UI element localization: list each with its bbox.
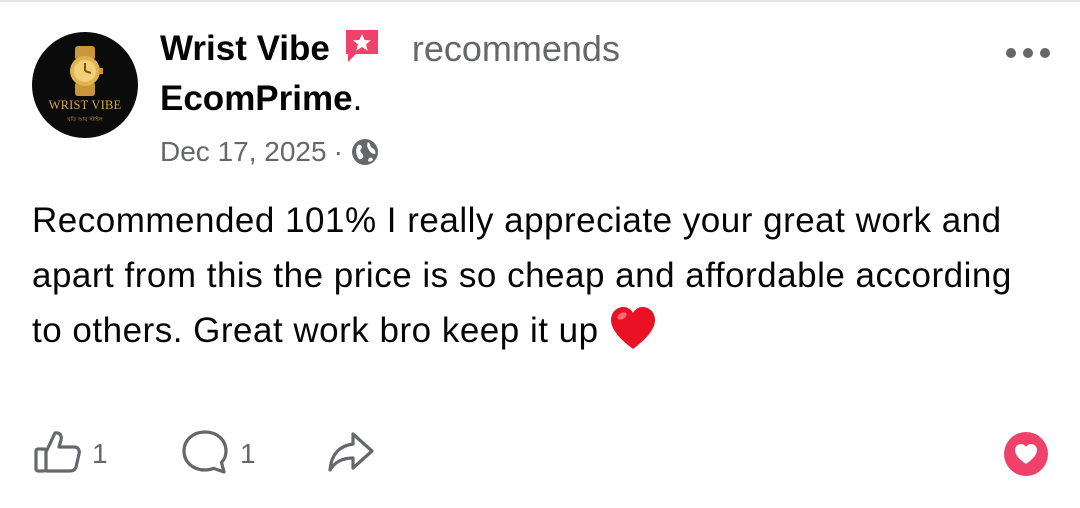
meta-separator: · [333, 136, 343, 167]
love-reaction-icon[interactable] [1004, 432, 1048, 476]
globe-icon [350, 137, 380, 167]
like-button[interactable]: 1 [30, 426, 108, 482]
gold-watch-logo-icon: ঘড়ি আর স্টাইল [66, 46, 104, 123]
recommend-badge-icon [342, 26, 382, 66]
top-divider [0, 0, 1080, 2]
avatar-brand-title: WRIST VIBE [48, 98, 122, 112]
post-header: Wrist Vibe recommends [160, 26, 620, 72]
post-body-text: Recommended 101% I really appreciate you… [32, 201, 1012, 350]
dot-icon [1006, 48, 1016, 58]
red-heart-emoji-icon [607, 304, 659, 352]
post-date[interactable]: Dec 17, 2025 [160, 136, 327, 168]
recommends-verb: recommends [411, 28, 620, 69]
author-name[interactable]: Wrist Vibe [160, 29, 330, 69]
comment-count: 1 [240, 438, 256, 469]
share-arrow-icon [324, 425, 378, 484]
svg-text:ঘড়ি আর স্টাইল: ঘড়ি আর স্টাইল [66, 115, 103, 123]
page-name-period: . [352, 79, 363, 118]
comment-button[interactable]: 1 [178, 426, 256, 482]
more-options-button[interactable] [996, 36, 1060, 70]
like-count: 1 [92, 438, 108, 469]
dot-icon [1040, 48, 1050, 58]
comment-bubble-icon [178, 425, 232, 484]
post-meta: Dec 17, 2025 · [160, 134, 380, 170]
post-body: Recommended 101% I really appreciate you… [32, 193, 1052, 358]
share-button[interactable] [324, 426, 378, 482]
thumbs-up-icon [30, 425, 84, 484]
avatar[interactable]: ঘড়ি আর স্টাইল WRIST VIBE [32, 32, 138, 138]
dot-icon [1023, 48, 1033, 58]
recommended-page-line: EcomPrime . [160, 76, 362, 122]
recommended-page-name[interactable]: EcomPrime [160, 79, 353, 119]
